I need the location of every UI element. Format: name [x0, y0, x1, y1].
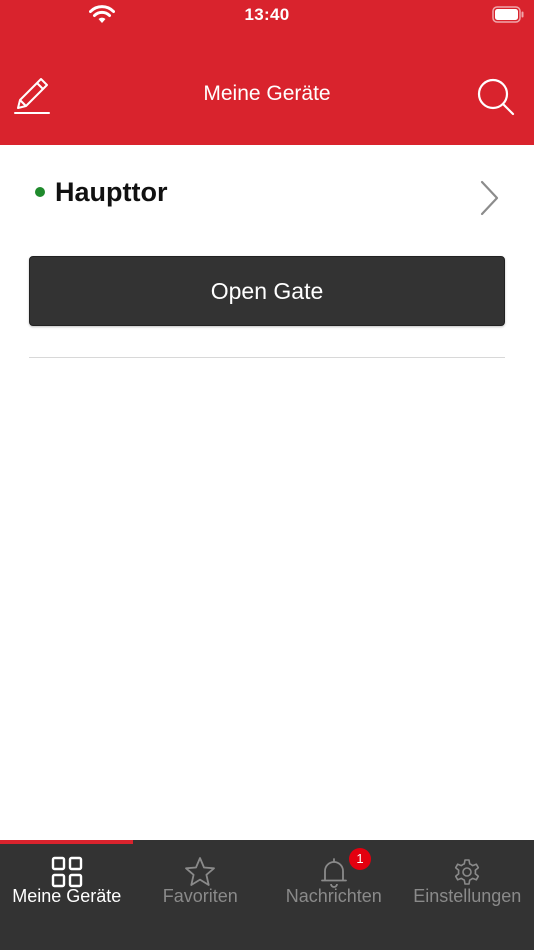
- tab-meine-geraete[interactable]: Meine Geräte: [0, 840, 134, 950]
- app-header: 13:40 Meine Geräte: [0, 0, 534, 145]
- status-time: 13:40: [244, 5, 290, 24]
- search-icon[interactable]: [476, 77, 516, 117]
- tab-einstellungen[interactable]: Einstellungen: [401, 840, 534, 950]
- tab-favoriten[interactable]: Favoriten: [134, 840, 268, 950]
- tab-label: Meine Geräte: [12, 886, 122, 906]
- screen: 13:40 Meine Geräte Haupttor Open Gate Me…: [0, 0, 534, 950]
- notification-badge: 1: [349, 848, 371, 870]
- star-icon: [185, 857, 216, 886]
- divider: [29, 357, 505, 358]
- device-name: Haupttor: [55, 177, 168, 207]
- tab-label: Nachrichten: [285, 886, 382, 906]
- page-title: Meine Geräte: [203, 82, 331, 105]
- battery-icon: [492, 6, 524, 23]
- tab-label: Favoriten: [162, 886, 238, 906]
- nav-bar: Meine Geräte: [0, 55, 534, 135]
- bell-icon: [320, 858, 347, 888]
- grid-icon: [51, 856, 82, 888]
- tab-bar: Meine Geräte Favoriten 1 Nachrichten Ein…: [0, 840, 534, 950]
- tab-label: Einstellungen: [413, 886, 522, 906]
- open-gate-button[interactable]: Open Gate: [29, 256, 505, 326]
- tab-nachrichten[interactable]: 1 Nachrichten: [267, 840, 401, 950]
- chevron-right-icon[interactable]: [478, 180, 500, 216]
- online-status-dot: [35, 187, 45, 197]
- status-bar: 13:40: [0, 0, 534, 30]
- device-row[interactable]: Haupttor: [0, 165, 534, 225]
- gear-icon: [455, 859, 480, 885]
